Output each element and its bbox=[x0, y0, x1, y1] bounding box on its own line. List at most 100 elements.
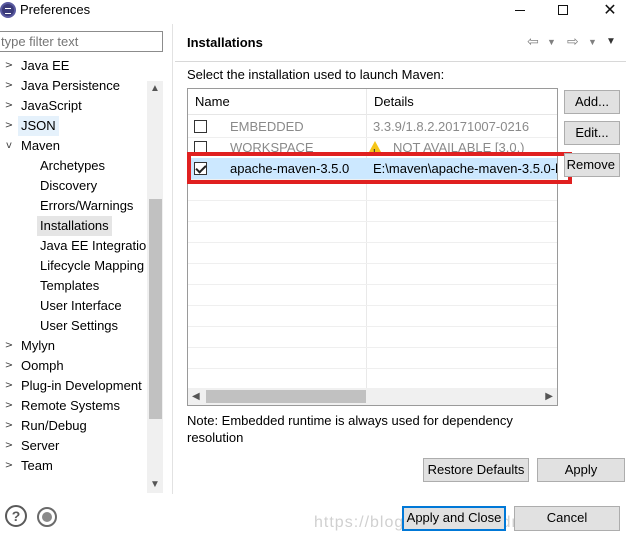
tree-item[interactable]: Errors/Warnings bbox=[0, 196, 146, 216]
chevron-right-icon[interactable] bbox=[4, 436, 14, 456]
preference-page: Installations ⇦ ▼ ⇨ ▼ ▼ Select the insta… bbox=[175, 24, 626, 494]
chevron-right-icon[interactable] bbox=[4, 416, 14, 436]
tree-item[interactable]: Archetypes bbox=[0, 156, 146, 176]
chevron-right-icon[interactable] bbox=[4, 356, 14, 376]
tree-item-label: Remote Systems bbox=[21, 398, 120, 413]
apply-button[interactable]: Apply bbox=[537, 458, 625, 482]
tree-item-label: Run/Debug bbox=[21, 418, 87, 433]
tree-item[interactable]: Maven bbox=[0, 136, 146, 156]
edit-button[interactable]: Edit... bbox=[564, 121, 620, 145]
installation-checkbox[interactable] bbox=[194, 120, 207, 133]
chevron-right-icon[interactable] bbox=[4, 76, 14, 96]
dialog-footer: ? https://blog.csdn.net/csdn_2000 Apply … bbox=[0, 494, 626, 546]
embedded-runtime-note: Note: Embedded runtime is always used fo… bbox=[187, 413, 513, 445]
scroll-thumb[interactable] bbox=[149, 199, 162, 419]
tree-item[interactable]: Oomph bbox=[0, 356, 146, 376]
close-button[interactable]: ✕ bbox=[588, 0, 626, 20]
instruction-text: Select the installation used to launch M… bbox=[187, 67, 445, 82]
filter-input[interactable] bbox=[0, 31, 163, 52]
eclipse-app-icon bbox=[0, 2, 16, 18]
forward-dropdown-icon[interactable]: ▼ bbox=[588, 37, 597, 47]
tree-item-label: Team bbox=[21, 458, 53, 473]
chevron-right-icon[interactable] bbox=[4, 456, 14, 476]
tree-item[interactable]: Lifecycle Mapping bbox=[0, 256, 146, 276]
tree-item-label: Errors/Warnings bbox=[40, 198, 134, 213]
installation-details: NOT AVAILABLE [3.0,) bbox=[393, 140, 525, 155]
row-gridline bbox=[188, 242, 557, 243]
title-bar: Preferences ✕ bbox=[0, 0, 626, 22]
page-header: Installations ⇦ ▼ ⇨ ▼ ▼ bbox=[175, 24, 626, 62]
maximize-button[interactable] bbox=[541, 0, 585, 20]
scroll-thumb[interactable] bbox=[206, 390, 366, 403]
installation-checkbox[interactable] bbox=[194, 141, 207, 154]
scroll-left-icon[interactable]: ◀ bbox=[192, 388, 200, 405]
back-dropdown-icon[interactable]: ▼ bbox=[547, 37, 556, 47]
chevron-right-icon[interactable] bbox=[4, 96, 14, 116]
minimize-button[interactable] bbox=[498, 0, 542, 20]
tree-item-label: Archetypes bbox=[40, 158, 106, 173]
tree-item-label: Java Persistence bbox=[21, 78, 120, 93]
add-button[interactable]: Add... bbox=[564, 90, 620, 114]
tree-item[interactable]: JavaScript bbox=[0, 96, 146, 116]
row-gridline bbox=[188, 326, 557, 327]
row-gridline bbox=[188, 179, 557, 180]
tree-item-label: Server bbox=[21, 438, 60, 453]
tree-item[interactable]: Plug-in Development bbox=[0, 376, 146, 396]
help-icon[interactable]: ? bbox=[5, 505, 27, 527]
column-header-name[interactable]: Name bbox=[188, 89, 366, 115]
cancel-button[interactable]: Cancel bbox=[514, 506, 620, 531]
close-icon: ✕ bbox=[603, 2, 617, 19]
restore-defaults-button[interactable]: Restore Defaults bbox=[423, 458, 529, 482]
apply-and-close-button[interactable]: Apply and Close bbox=[402, 506, 506, 531]
chevron-down-icon[interactable] bbox=[4, 136, 14, 156]
chevron-right-icon[interactable] bbox=[4, 56, 14, 76]
record-macro-icon[interactable] bbox=[37, 507, 57, 527]
installation-details: E:\maven\apache-maven-3.5.0-b bbox=[373, 161, 558, 176]
tree-item[interactable]: Mylyn bbox=[0, 336, 146, 356]
tree-item-label: JavaScript bbox=[21, 98, 82, 113]
installation-checkbox[interactable] bbox=[194, 162, 207, 175]
chevron-right-icon[interactable] bbox=[4, 116, 14, 136]
tree-item[interactable]: Java Persistence bbox=[0, 76, 146, 96]
tree-item[interactable]: Run/Debug bbox=[0, 416, 146, 436]
scroll-up-icon[interactable]: ▲ bbox=[147, 81, 163, 97]
row-gridline bbox=[188, 347, 557, 348]
tree-item[interactable]: Java EE Integration bbox=[0, 236, 146, 256]
installation-name: apache-maven-3.5.0 bbox=[230, 161, 350, 176]
scroll-down-icon[interactable]: ▼ bbox=[147, 477, 163, 493]
view-menu-icon[interactable]: ▼ bbox=[606, 36, 616, 47]
tree-item[interactable]: Remote Systems bbox=[0, 396, 146, 416]
remove-button[interactable]: Remove bbox=[564, 153, 620, 177]
table-horizontal-scrollbar[interactable]: ◀ ▶ bbox=[188, 388, 557, 405]
tree-item-label: User Settings bbox=[40, 318, 119, 333]
tree-item-label: Mylyn bbox=[21, 338, 55, 353]
installation-row[interactable]: EMBEDDED 3.3.9/1.8.2.20171007-0216 bbox=[188, 116, 557, 137]
tree-item-label: User Interface bbox=[40, 298, 122, 313]
tree-item-label: Discovery bbox=[40, 178, 98, 193]
tree-item-label: Installations bbox=[37, 216, 112, 236]
tree-item[interactable]: User Settings bbox=[0, 316, 146, 336]
tree-item[interactable]: Server bbox=[0, 436, 146, 456]
tree-item[interactable]: Templates bbox=[0, 276, 146, 296]
installation-row[interactable]: apache-maven-3.5.0 E:\maven\apache-maven-… bbox=[188, 158, 557, 179]
tree-item[interactable]: Team bbox=[0, 456, 146, 476]
tree-item[interactable]: User Interface bbox=[0, 296, 146, 316]
tree-item[interactable]: JSON bbox=[0, 116, 146, 136]
tree-item-label: Java EE bbox=[21, 58, 70, 73]
tree-item-label: Maven bbox=[21, 138, 61, 153]
forward-arrow-icon[interactable]: ⇨ bbox=[567, 33, 579, 50]
tree-vertical-scrollbar[interactable]: ▲ ▼ bbox=[147, 81, 163, 493]
preferences-sidebar: Java EE Java Persistence JavaScript JSON Mav… bbox=[0, 24, 173, 513]
chevron-right-icon[interactable] bbox=[4, 376, 14, 396]
tree-item[interactable]: Java EE bbox=[0, 56, 146, 76]
tree-item[interactable]: Discovery bbox=[0, 176, 146, 196]
tree-item-label: Oomph bbox=[21, 358, 64, 373]
installation-row[interactable]: WORKSPACE NOT AVAILABLE [3.0,) bbox=[188, 137, 557, 163]
tree-item[interactable]: Installations bbox=[0, 216, 146, 236]
column-header-details[interactable]: Details bbox=[367, 89, 557, 115]
chevron-right-icon[interactable] bbox=[4, 396, 14, 416]
tree-item-label: JSON bbox=[18, 116, 59, 136]
scroll-right-icon[interactable]: ▶ bbox=[545, 388, 553, 405]
back-arrow-icon[interactable]: ⇦ bbox=[527, 33, 539, 50]
chevron-right-icon[interactable] bbox=[4, 336, 14, 356]
